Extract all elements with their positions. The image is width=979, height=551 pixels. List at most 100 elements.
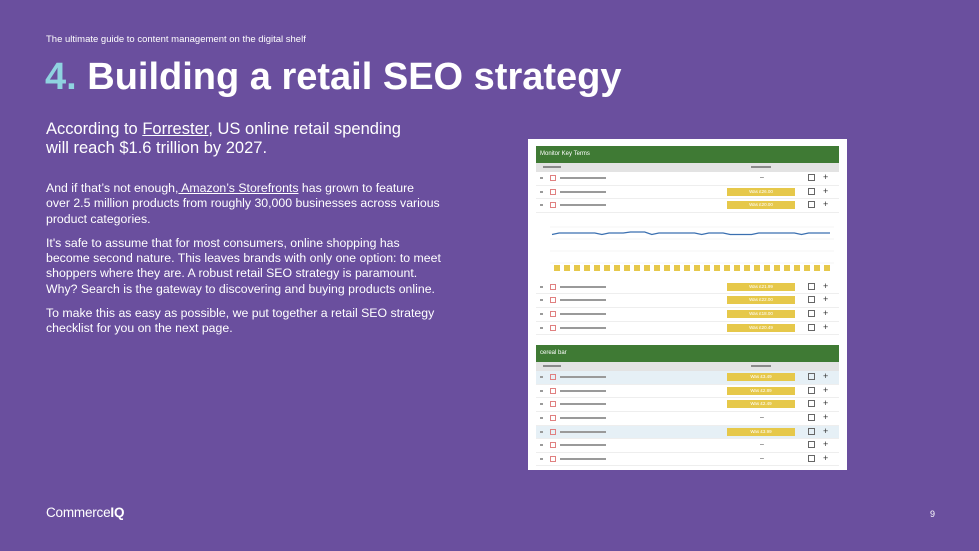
row-checkbox[interactable] [550,310,556,317]
price-tag: Was £2.49 [727,400,795,409]
row-checkbox[interactable] [550,374,556,381]
cereal-bar-row: Was £3.49 + [536,371,839,385]
row-checkbox[interactable] [550,324,556,331]
availability-marker [574,264,580,271]
plus-icon[interactable]: + [823,308,828,318]
term-placeholder [560,416,606,419]
edit-icon[interactable] [808,309,815,317]
empty-value: – [760,441,764,449]
plus-icon[interactable]: + [823,322,828,332]
plus-icon[interactable]: + [823,186,828,196]
availability-marker [684,264,690,271]
plus-icon[interactable]: + [823,412,828,422]
expand-dot-icon[interactable] [540,285,543,288]
edit-icon[interactable] [808,187,815,195]
edit-icon[interactable] [808,174,815,181]
availability-marker [694,264,700,271]
expand-dot-icon[interactable] [540,326,543,329]
plus-icon[interactable]: + [823,453,828,463]
expand-dot-icon[interactable] [540,177,543,179]
expand-dot-icon[interactable] [540,416,543,419]
edit-icon[interactable] [808,441,815,449]
term-placeholder [560,299,606,302]
availability-marker [594,264,600,271]
amazon-storefronts-link[interactable]: Amazon’s Storefronts [178,181,298,195]
expand-dot-icon[interactable] [540,430,543,433]
term-placeholder [560,444,606,447]
paragraph-3: To make this as easy as possible, we put… [46,306,435,336]
forrester-link[interactable]: Forrester [142,120,208,138]
expand-dot-icon[interactable] [540,403,543,406]
expand-dot-icon[interactable] [540,299,543,302]
expand-dot-icon[interactable] [540,190,543,193]
row-checkbox[interactable] [550,428,556,435]
edit-icon[interactable] [808,201,815,209]
plus-icon[interactable]: + [823,398,828,408]
cereal-bar-row: – + [536,453,839,467]
lead-paragraph: According to Forrester, US online retail… [46,120,426,158]
plus-icon[interactable]: + [823,426,828,436]
availability-marker [794,264,800,271]
edit-icon[interactable] [808,373,815,381]
availability-marker [564,264,570,271]
empty-value: – [760,174,764,181]
logo-bold: IQ [110,505,125,520]
term-placeholder [560,177,606,179]
guide-header: The ultimate guide to content management… [46,34,306,45]
empty-value: – [760,413,764,421]
row-checkbox[interactable] [550,283,556,290]
row-checkbox[interactable] [550,175,556,181]
plus-icon[interactable]: + [823,371,828,381]
row-checkbox[interactable] [550,387,556,394]
monitor-row: Was £21.99 + [536,281,839,295]
edit-icon[interactable] [808,427,815,435]
term-placeholder [560,326,606,329]
availability-marker [814,264,820,271]
edit-icon[interactable] [808,400,815,408]
edit-icon[interactable] [808,413,815,421]
availability-marker [764,264,770,271]
plus-icon[interactable]: + [823,439,828,449]
row-checkbox[interactable] [550,188,556,195]
monitor-rows-top: – + Was £26.00 + Was £20.00 + [536,172,839,213]
availability-marker [634,264,640,271]
section-number: 4. [45,56,77,98]
availability-marker [584,264,590,271]
term-placeholder [560,389,606,392]
edit-icon[interactable] [808,386,815,394]
expand-dot-icon[interactable] [540,444,543,447]
column-header-2 [536,362,839,372]
empty-value: – [760,454,764,462]
rank-chart [536,213,839,281]
price-tag: Was £26.00 [727,187,795,196]
panel-header-cereal-bar: cereal bar [536,345,839,363]
page-number: 9 [929,509,935,519]
term-placeholder [560,403,606,406]
availability-marker [784,264,790,271]
row-checkbox[interactable] [550,455,556,462]
edit-icon[interactable] [808,282,815,290]
cereal-bar-row: – + [536,412,839,426]
monitor-row: Was £20.49 + [536,322,839,336]
monitor-row: Was £22.00 + [536,294,839,308]
plus-icon[interactable]: + [823,199,828,209]
row-checkbox[interactable] [550,414,556,421]
row-checkbox[interactable] [550,401,556,408]
edit-icon[interactable] [808,323,815,331]
plus-icon[interactable]: + [823,385,828,395]
row-checkbox[interactable] [550,442,556,449]
availability-marker [724,264,730,271]
plus-icon[interactable]: + [823,281,828,291]
plus-icon[interactable]: + [823,172,828,182]
edit-icon[interactable] [808,296,815,304]
expand-dot-icon[interactable] [540,457,543,460]
expand-dot-icon[interactable] [540,376,543,379]
row-checkbox[interactable] [550,297,556,304]
edit-icon[interactable] [808,454,815,462]
expand-dot-icon[interactable] [540,204,543,207]
plus-icon[interactable]: + [823,294,828,304]
row-checkbox[interactable] [550,202,556,209]
expand-dot-icon[interactable] [540,312,543,315]
expand-dot-icon[interactable] [540,389,543,392]
availability-marker [714,264,720,271]
